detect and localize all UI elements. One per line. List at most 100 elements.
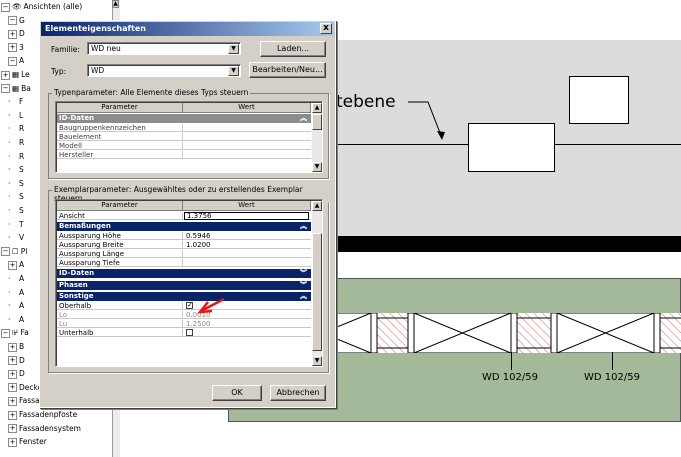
tree-item[interactable]: · S	[8, 191, 24, 202]
chevron-up-icon[interactable]: ︽	[300, 222, 307, 231]
dialog-titlebar[interactable]: Elementeigenschaften x	[41, 22, 334, 36]
section-header-phases[interactable]: Phasen ︾	[57, 281, 311, 290]
instance-grid-scrollbar[interactable]: ▲ ▼	[312, 201, 322, 366]
table-row[interactable]: Unterhalb	[57, 329, 311, 337]
checkbox[interactable]	[186, 329, 193, 336]
family-select[interactable]: WD neu ▼	[87, 42, 241, 55]
chevron-down-icon[interactable]: ▼	[228, 44, 239, 54]
expand-icon[interactable]: +	[8, 410, 17, 420]
collapse-icon[interactable]: −	[8, 16, 17, 26]
tree-item[interactable]: · R	[8, 137, 24, 148]
scroll-thumb[interactable]	[312, 233, 322, 351]
tree-item[interactable]: · S	[8, 178, 24, 189]
table-row[interactable]: Aussparung Länge	[57, 250, 311, 258]
edit-new-button[interactable]: Bearbeiten/Neu...	[249, 62, 326, 78]
tree-item[interactable]: − G	[8, 15, 25, 26]
scroll-thumb[interactable]	[312, 114, 322, 130]
tree-item[interactable]: + D	[8, 28, 25, 39]
expand-icon[interactable]: +	[8, 29, 17, 39]
table-row[interactable]: Aussparung Höhe 0.5946	[57, 232, 311, 240]
scroll-down-icon[interactable]: ▼	[312, 162, 322, 172]
table-row[interactable]: Ansicht 1.3756	[57, 212, 311, 220]
cancel-button[interactable]: Abbrechen	[270, 385, 326, 401]
chevron-up-icon[interactable]: ︽	[300, 114, 307, 123]
ok-button[interactable]: OK	[212, 385, 262, 401]
tree-item[interactable]: · F	[8, 96, 23, 107]
tree-item[interactable]: · L	[8, 110, 23, 121]
checkbox[interactable]: ✓	[186, 302, 193, 309]
close-icon[interactable]: x	[320, 23, 332, 34]
section-header-id-data[interactable]: ID-Daten ︽	[57, 114, 311, 123]
type-grid-scrollbar[interactable]: ▲ ▼	[312, 103, 322, 172]
tree-item[interactable]: · R	[8, 123, 24, 134]
tree-item[interactable]: + Fenster	[8, 436, 47, 447]
window-tag[interactable]: WD 102/59	[584, 372, 640, 383]
expand-icon[interactable]: +	[8, 260, 17, 270]
tree-item[interactable]: · S	[8, 205, 24, 216]
tree-item[interactable]: · V	[8, 232, 24, 243]
expand-icon[interactable]: +	[1, 70, 10, 80]
table-row[interactable]: Lu 1.2500	[57, 320, 311, 328]
collapse-icon[interactable]: −	[1, 328, 10, 338]
tree-item[interactable]: · A	[8, 273, 24, 284]
section-header-id-data[interactable]: ID-Daten ︾	[57, 269, 311, 278]
expand-icon[interactable]: +	[8, 356, 17, 366]
scroll-down-icon[interactable]: ▼	[312, 356, 322, 366]
expand-icon[interactable]: +	[8, 43, 17, 53]
tree-item[interactable]: + B	[8, 341, 24, 352]
column-header-value[interactable]: Wert	[183, 103, 311, 113]
tree-item[interactable]: − ⊮ Fa	[1, 327, 29, 338]
section-header-other[interactable]: Sonstige ︽	[57, 292, 311, 301]
tree-item[interactable]: + Fassadenpfoste	[8, 409, 77, 420]
table-row[interactable]: Baugruppenkennzeichen	[57, 124, 311, 132]
param-value[interactable]	[184, 250, 310, 258]
expand-icon[interactable]: +	[8, 383, 17, 393]
table-row[interactable]: Hersteller	[57, 151, 311, 159]
chevron-up-icon[interactable]: ︽	[300, 292, 307, 301]
tree-item[interactable]: + ▦ Le	[1, 69, 30, 80]
tree-item[interactable]: + Decke	[8, 382, 42, 393]
collapse-icon[interactable]: −	[1, 2, 10, 12]
tree-item[interactable]: · R	[8, 151, 24, 162]
collapse-icon[interactable]: −	[1, 247, 10, 257]
tree-item[interactable]: · S	[8, 164, 24, 175]
chevron-down-icon[interactable]: ︾	[300, 269, 307, 278]
expand-icon[interactable]: +	[8, 342, 17, 352]
type-select[interactable]: WD ▼	[87, 64, 241, 77]
chevron-down-icon[interactable]: ▼	[228, 66, 239, 76]
tree-item[interactable]: +3	[8, 42, 24, 53]
scroll-up-icon[interactable]: ▲	[312, 103, 322, 113]
column-header-parameter[interactable]: Parameter	[57, 103, 183, 113]
scroll-up-icon[interactable]: ▲	[112, 0, 119, 8]
expand-icon[interactable]: +	[8, 369, 17, 379]
collapse-icon[interactable]: −	[8, 56, 17, 66]
section-header-dimensions[interactable]: Bemaßungen ︽	[57, 222, 311, 231]
tree-item[interactable]: − ▦ Ba	[1, 83, 31, 94]
tree-item[interactable]: · A	[8, 300, 24, 311]
table-row[interactable]: Bauelement	[57, 133, 311, 141]
type-parameters-grid[interactable]: Parameter Wert ID-Daten ︽ Baugruppenkenn…	[55, 101, 323, 173]
table-row[interactable]: Aussparung Tiefe	[57, 259, 311, 267]
instance-parameters-grid[interactable]: Parameter Wert Ansicht 1.3756 Bemaßungen…	[55, 199, 323, 367]
window-tag[interactable]: WD 102/59	[482, 372, 538, 383]
table-row[interactable]: Lo 0.0010	[57, 311, 311, 319]
collapse-icon[interactable]: −	[1, 84, 10, 94]
scroll-up-icon[interactable]: ▲	[312, 201, 322, 211]
param-value[interactable]: 0.5946	[184, 232, 310, 240]
param-value[interactable]	[184, 259, 310, 267]
chevron-down-icon[interactable]: ︾	[300, 281, 307, 290]
tree-item[interactable]: + D	[8, 355, 25, 366]
window-opening[interactable]	[468, 123, 555, 172]
tree-item[interactable]: + D	[8, 368, 25, 379]
expand-icon[interactable]: +	[8, 424, 17, 434]
tree-item[interactable]: + Fassadensystem	[8, 423, 81, 434]
tree-item[interactable]: · T	[8, 219, 24, 230]
column-header-parameter[interactable]: Parameter	[57, 201, 183, 211]
column-header-value[interactable]: Wert	[183, 201, 311, 211]
tree-item[interactable]: · A	[8, 287, 24, 298]
expand-icon[interactable]: +	[8, 437, 17, 447]
load-button[interactable]: Laden...	[260, 41, 326, 57]
tree-item[interactable]: · A	[8, 314, 24, 325]
param-value[interactable]: 1.0200	[184, 241, 310, 249]
param-value[interactable]: 1.2500	[184, 320, 310, 328]
